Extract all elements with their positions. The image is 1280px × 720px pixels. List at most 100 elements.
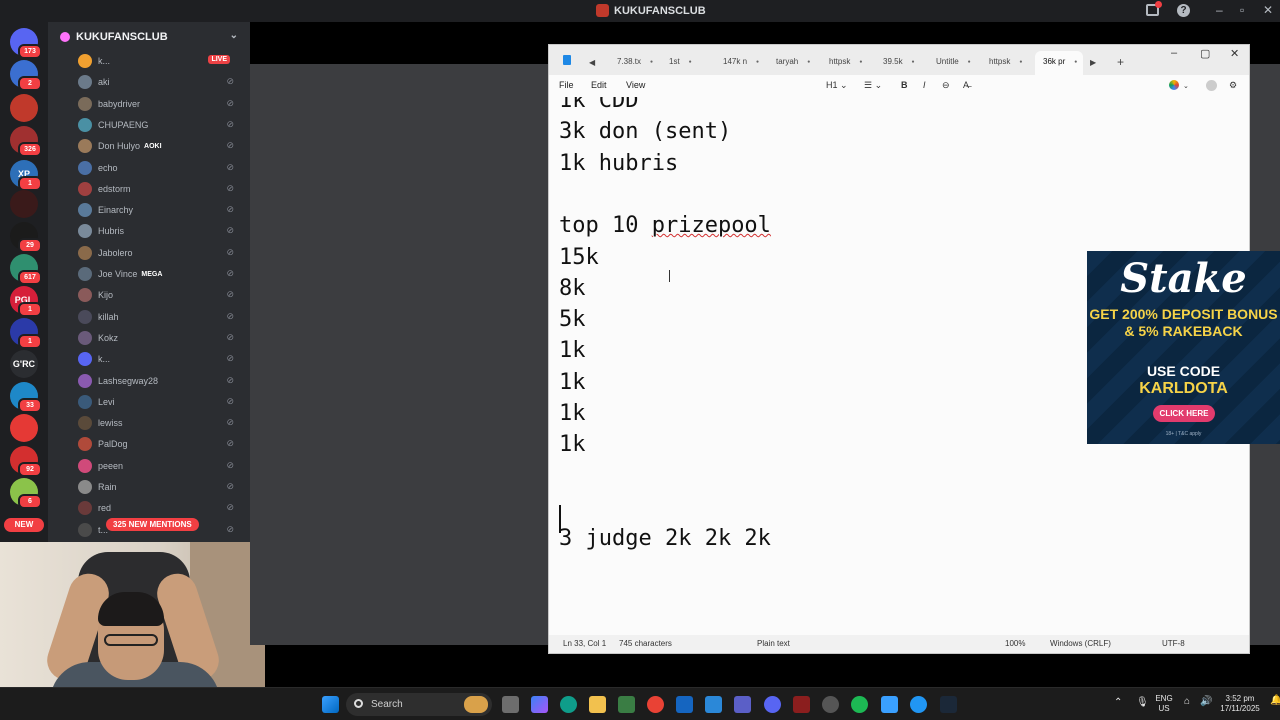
dota-icon[interactable] [793, 696, 810, 713]
voice-member-row[interactable]: PalDog ⊘ [78, 435, 240, 453]
edge-icon[interactable] [560, 696, 577, 713]
server-icon-9[interactable]: 1 [10, 318, 42, 349]
tab-unsaved-dot-icon[interactable]: ● [807, 51, 810, 73]
notepad-tab[interactable]: httpsk ● [981, 51, 1022, 75]
notepad-tab[interactable]: Untitle ● [928, 51, 971, 75]
server-icon-4[interactable]: XP 1 [10, 160, 42, 191]
server-icon-0[interactable]: 173 [10, 28, 42, 59]
menu-edit[interactable]: Edit [591, 80, 607, 90]
task-view-icon[interactable] [502, 696, 519, 713]
server-header[interactable]: KUKUFANSCLUB ⌄ [48, 22, 250, 52]
notepad-tab[interactable]: 7.38.tx ● [609, 51, 653, 75]
notepad-tab[interactable]: 147k n ● [715, 51, 759, 75]
copilot-icon[interactable] [1169, 80, 1179, 90]
discord-icon[interactable] [764, 696, 781, 713]
mail-icon[interactable] [676, 696, 693, 713]
server-icon-13[interactable]: 92 [10, 446, 42, 477]
new-tab-icon[interactable]: + [1117, 55, 1124, 69]
server-icon-6[interactable]: 29 [10, 222, 42, 253]
server-icon-11[interactable]: 33 [10, 382, 42, 413]
notepad-tab[interactable]: 36k pr ● [1035, 51, 1084, 75]
menu-view[interactable]: View [626, 80, 645, 90]
notepad-tab[interactable]: taryah ● [768, 51, 810, 75]
server-icon-5[interactable] [10, 190, 38, 218]
account-icon[interactable] [1206, 80, 1217, 91]
voice-member-row[interactable]: echo ⊘ [78, 159, 240, 177]
tab-unsaved-dot-icon[interactable]: ● [912, 51, 915, 73]
spotify-icon[interactable] [851, 696, 868, 713]
server-icon-3[interactable]: 326 [10, 126, 42, 157]
voice-member-row[interactable]: Jabolero ⊘ [78, 244, 240, 262]
voice-member-row[interactable]: babydriver ⊘ [78, 95, 240, 113]
heading-dropdown[interactable]: H1 ⌄ [826, 80, 848, 91]
tab-unsaved-dot-icon[interactable]: ● [689, 51, 692, 73]
status-line-ending[interactable]: Windows (CRLF) [1050, 639, 1111, 648]
teams-icon[interactable] [734, 696, 751, 713]
tab-unsaved-dot-icon[interactable]: ● [1074, 51, 1077, 73]
start-icon[interactable] [322, 696, 339, 713]
link-icon[interactable]: ⊖ [942, 80, 950, 91]
voice-member-row[interactable]: k... ⊘ [78, 350, 240, 368]
voice-member-row[interactable]: aki ⊘ [78, 73, 240, 91]
notepad-taskbar-icon[interactable] [881, 696, 898, 713]
server-icon-10[interactable]: G'RC [10, 350, 38, 378]
tab-unsaved-dot-icon[interactable]: ● [968, 51, 971, 73]
voice-member-row[interactable]: lewiss ⊘ [78, 414, 240, 432]
voice-member-row[interactable]: Don Hulyo AOKI ⊘ [78, 137, 240, 155]
volume-icon[interactable]: 🔊 [1200, 697, 1212, 707]
server-icon-14[interactable]: 6 [10, 478, 42, 509]
voice-member-row[interactable]: k... LIVE [78, 52, 240, 70]
voice-member-row[interactable]: Joe Vince MEGA ⊘ [78, 265, 240, 283]
new-unreads-pill[interactable]: NEW [4, 518, 44, 532]
scroll-tabs-left-icon[interactable]: ◀ [589, 58, 595, 67]
language-indicator[interactable]: ENG US [1152, 694, 1176, 714]
chevron-down-icon[interactable]: ⌄ [230, 30, 238, 41]
voice-member-row[interactable]: Einarchy ⊘ [78, 201, 240, 219]
taskbar-search[interactable]: Search [346, 693, 492, 716]
voice-member-row[interactable]: peeen ⊘ [78, 457, 240, 475]
voice-member-row[interactable]: Lashsegway28 ⊘ [78, 372, 240, 390]
tab-unsaved-dot-icon[interactable]: ● [756, 51, 759, 73]
tab-unsaved-dot-icon[interactable]: ● [650, 51, 653, 73]
tab-unsaved-dot-icon[interactable]: ● [1019, 51, 1022, 73]
server-icon-2[interactable] [10, 94, 38, 122]
voice-member-row[interactable]: t... ⊘ [78, 521, 240, 539]
misspelled-word[interactable]: prizepool [652, 213, 771, 238]
notepad-tab[interactable]: 39.5k ● [875, 51, 915, 75]
server-icon-7[interactable]: 617 [10, 254, 42, 285]
list-icon[interactable]: ☰ ⌄ [864, 80, 882, 91]
browser-icon[interactable] [910, 696, 927, 713]
tray-overflow-icon[interactable]: ⌃ [1114, 698, 1122, 708]
server-icon-8[interactable]: PGL 1 [10, 286, 42, 317]
clock[interactable]: 3:52 pm 17/11/2025 [1216, 694, 1264, 714]
status-zoom[interactable]: 100% [1005, 639, 1025, 648]
help-icon[interactable]: ? [1177, 4, 1190, 17]
notification-bell-icon[interactable]: 🔔 [1270, 696, 1280, 706]
italic-icon[interactable]: I [923, 80, 926, 90]
server-icon-1[interactable]: 2 [10, 60, 42, 91]
voice-member-row[interactable]: Kokz ⊘ [78, 329, 240, 347]
copilot-taskbar-icon[interactable] [531, 696, 548, 713]
settings-gear-icon[interactable]: ⚙ [1229, 80, 1237, 91]
network-icon[interactable]: ⌂ [1184, 697, 1190, 707]
settings-app-icon[interactable] [822, 696, 839, 713]
voice-member-row[interactable]: CHUPAENG ⊘ [78, 116, 240, 134]
notepad-maximize-icon[interactable]: ▢ [1200, 47, 1210, 60]
steam-icon[interactable] [940, 696, 957, 713]
tab-unsaved-dot-icon[interactable]: ● [859, 51, 862, 73]
voice-member-row[interactable]: edstorm ⊘ [78, 180, 240, 198]
voice-member-row[interactable]: Hubris ⊘ [78, 222, 240, 240]
notepad-minimize-icon[interactable]: – [1171, 47, 1177, 59]
clear-format-icon[interactable]: A̶ [963, 80, 969, 90]
bold-icon[interactable]: B [901, 80, 908, 90]
microphone-icon[interactable]: 🎙 [1136, 698, 1149, 708]
voice-member-row[interactable]: Levi ⊘ [78, 393, 240, 411]
voice-member-row[interactable]: Kijo ⊘ [78, 286, 240, 304]
ad-click-here-button[interactable]: CLICK HERE [1153, 405, 1215, 422]
status-encoding[interactable]: UTF-8 [1162, 639, 1185, 648]
notepad-tab[interactable]: 1st ● [661, 51, 692, 75]
stake-ad-banner[interactable]: Stake GET 200% DEPOSIT BONUS & 5% RAKEBA… [1087, 251, 1280, 444]
notepad-close-icon[interactable]: ✕ [1230, 47, 1239, 60]
voice-member-row[interactable]: killah ⊘ [78, 308, 240, 326]
minimize-icon[interactable]: – [1216, 3, 1223, 17]
